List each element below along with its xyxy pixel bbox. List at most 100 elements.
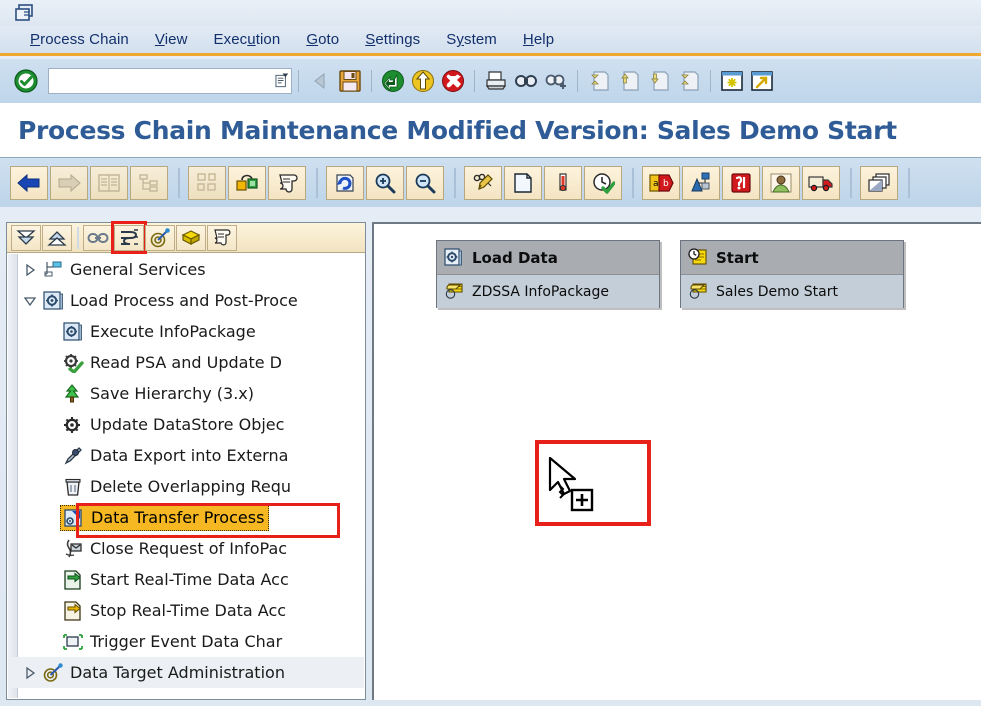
- chain-node-header: Start: [681, 241, 903, 275]
- schedule-clock-icon[interactable]: [584, 165, 622, 200]
- tree-item-update-datastore-object[interactable]: Update DataStore Objec: [8, 409, 364, 440]
- update-datastore-icon: [60, 413, 86, 437]
- tree-item-label: Save Hierarchy (3.x): [90, 384, 254, 403]
- command-field[interactable]: [48, 68, 292, 94]
- link-chain-icon[interactable]: [83, 224, 113, 251]
- target-pin-icon[interactable]: [145, 224, 175, 251]
- tree-item-label: Read PSA and Update D: [90, 353, 282, 372]
- close-request-icon: [60, 537, 86, 561]
- tree-item-read-psa-and-update[interactable]: Read PSA and Update D: [8, 347, 364, 378]
- create-session-icon[interactable]: [717, 65, 747, 97]
- chain-node-start[interactable]: Start Sales Demo Start: [680, 240, 904, 308]
- chain-node-load-data[interactable]: Load Data ZDSSA InfoPackage: [436, 240, 660, 308]
- tree-item-stop-real-time-data-access[interactable]: Stop Real-Time Data Acc: [8, 595, 364, 626]
- last-page-icon[interactable]: [674, 65, 704, 97]
- new-document-icon[interactable]: [504, 165, 542, 200]
- data-target-admin-icon: [40, 661, 66, 685]
- delete-overlapping-icon: [60, 475, 86, 499]
- tree-item-label: Stop Real-Time Data Acc: [90, 601, 287, 620]
- print-icon[interactable]: [481, 65, 511, 97]
- application-toolbar: a b: [0, 157, 981, 207]
- tree-item-save-hierarchy[interactable]: Save Hierarchy (3.x): [8, 378, 364, 409]
- back-green-icon[interactable]: [378, 65, 408, 97]
- back-arrow-small-icon[interactable]: [305, 65, 335, 97]
- load-data-gear-icon: [443, 247, 465, 269]
- tree-item-load-process-post-processing[interactable]: Load Process and Post-Proce: [8, 285, 364, 316]
- page-title: Process Chain Maintenance Modified Versi…: [0, 103, 981, 157]
- transport-truck-icon[interactable]: [802, 165, 840, 200]
- save-hierarchy-icon: [60, 382, 86, 406]
- zoom-in-icon[interactable]: [366, 165, 404, 200]
- tree-item-close-request-of-infopackage[interactable]: Close Request of InfoPac: [8, 533, 364, 564]
- chevron-down-icon[interactable]: [20, 295, 40, 307]
- menu-bar: PProcess Chainrocess Chain View Executio…: [0, 26, 981, 56]
- tree-item-data-export-into-external[interactable]: Data Export into Externa: [8, 440, 364, 471]
- maintain-variant-icon[interactable]: [464, 165, 502, 200]
- exit-yellow-icon[interactable]: [408, 65, 438, 97]
- enter-check-icon[interactable]: [10, 66, 42, 96]
- network-layout-icon[interactable]: [188, 165, 226, 200]
- menu-system[interactable]: System: [446, 31, 497, 48]
- data-export-icon: [60, 444, 86, 468]
- next-page-icon[interactable]: [644, 65, 674, 97]
- find-next-icon[interactable]: [541, 65, 571, 97]
- tree-item-data-target-administration[interactable]: Data Target Administration: [8, 657, 364, 688]
- scroll-legend-icon[interactable]: [207, 224, 237, 251]
- chain-node-subtitle: Sales Demo Start: [716, 283, 838, 300]
- menu-view[interactable]: View: [155, 31, 188, 48]
- tree-item-execute-infopackage[interactable]: Execute InfoPackage: [8, 316, 364, 347]
- tree-item-start-real-time-data-access[interactable]: Start Real-Time Data Acc: [8, 564, 364, 595]
- attributes-icon[interactable]: [544, 165, 582, 200]
- tree-item-trigger-event-data-change[interactable]: Trigger Event Data Char: [8, 626, 364, 657]
- find-icon[interactable]: [511, 65, 541, 97]
- tree-toolbar: [7, 220, 365, 254]
- tree-item-label: Data Transfer Process: [91, 508, 265, 527]
- zoom-out-icon[interactable]: [406, 165, 444, 200]
- tree-item-general-services[interactable]: General Services: [8, 254, 364, 285]
- first-page-icon[interactable]: [584, 65, 614, 97]
- sap-gui-window: PProcess Chainrocess Chain View Executio…: [0, 0, 981, 706]
- start-variant-icon: [687, 281, 709, 303]
- chevron-right-icon[interactable]: [20, 666, 40, 680]
- display-dependencies-icon[interactable]: [682, 165, 720, 200]
- collapse-all-icon[interactable]: [42, 224, 72, 251]
- expand-all-icon[interactable]: [11, 224, 41, 251]
- tree-item-label: Data Export into Externa: [90, 446, 289, 465]
- tree-item-label: Trigger Event Data Char: [90, 632, 283, 651]
- ab-compare-icon[interactable]: a b: [642, 165, 680, 200]
- hierarchy-view-icon: [130, 165, 168, 200]
- tree-item-selection: Data Transfer Process: [60, 504, 270, 531]
- load-process-gear-icon: [40, 289, 66, 313]
- tree-item-label: Start Real-Time Data Acc: [90, 570, 289, 589]
- yellow-cube-icon[interactable]: [176, 224, 206, 251]
- execute-infopackage-icon: [60, 320, 86, 344]
- chain-node-body: ZDSSA InfoPackage: [437, 275, 659, 308]
- menu-settings[interactable]: Settings: [365, 31, 420, 48]
- refresh-icon[interactable]: [326, 165, 364, 200]
- window-restore-icon[interactable]: [14, 3, 36, 23]
- back-blue-arrow-icon[interactable]: [10, 165, 48, 200]
- process-types-icon[interactable]: [111, 220, 147, 254]
- menu-execution[interactable]: Execution: [214, 31, 281, 48]
- menu-process-chain[interactable]: PProcess Chainrocess Chain: [30, 31, 129, 48]
- chevron-right-icon[interactable]: [20, 263, 40, 277]
- tree-item-delete-overlapping-requests[interactable]: Delete Overlapping Requ: [8, 471, 364, 502]
- process-chain-canvas[interactable]: Load Data ZDSSA InfoPackage Start Sales …: [372, 222, 981, 700]
- command-input[interactable]: [49, 70, 275, 92]
- start-realtime-icon: [60, 568, 86, 592]
- owner-person-icon[interactable]: [762, 165, 800, 200]
- menu-goto[interactable]: Goto: [306, 31, 339, 48]
- layers-overview-icon[interactable]: [860, 165, 898, 200]
- system-toolbar: [0, 59, 981, 103]
- create-shortcut-icon[interactable]: [747, 65, 777, 97]
- read-psa-icon: [60, 351, 86, 375]
- cancel-red-icon[interactable]: [438, 65, 468, 97]
- link-process-icon[interactable]: [228, 165, 266, 200]
- legend-scroll-icon[interactable]: [268, 165, 306, 200]
- tree-item-label: Delete Overlapping Requ: [90, 477, 292, 496]
- save-icon[interactable]: [335, 65, 365, 97]
- checking-help-icon[interactable]: [722, 165, 760, 200]
- menu-help[interactable]: Help: [523, 31, 554, 48]
- previous-page-icon[interactable]: [614, 65, 644, 97]
- tree-item-data-transfer-process[interactable]: Data Transfer Process: [8, 502, 364, 538]
